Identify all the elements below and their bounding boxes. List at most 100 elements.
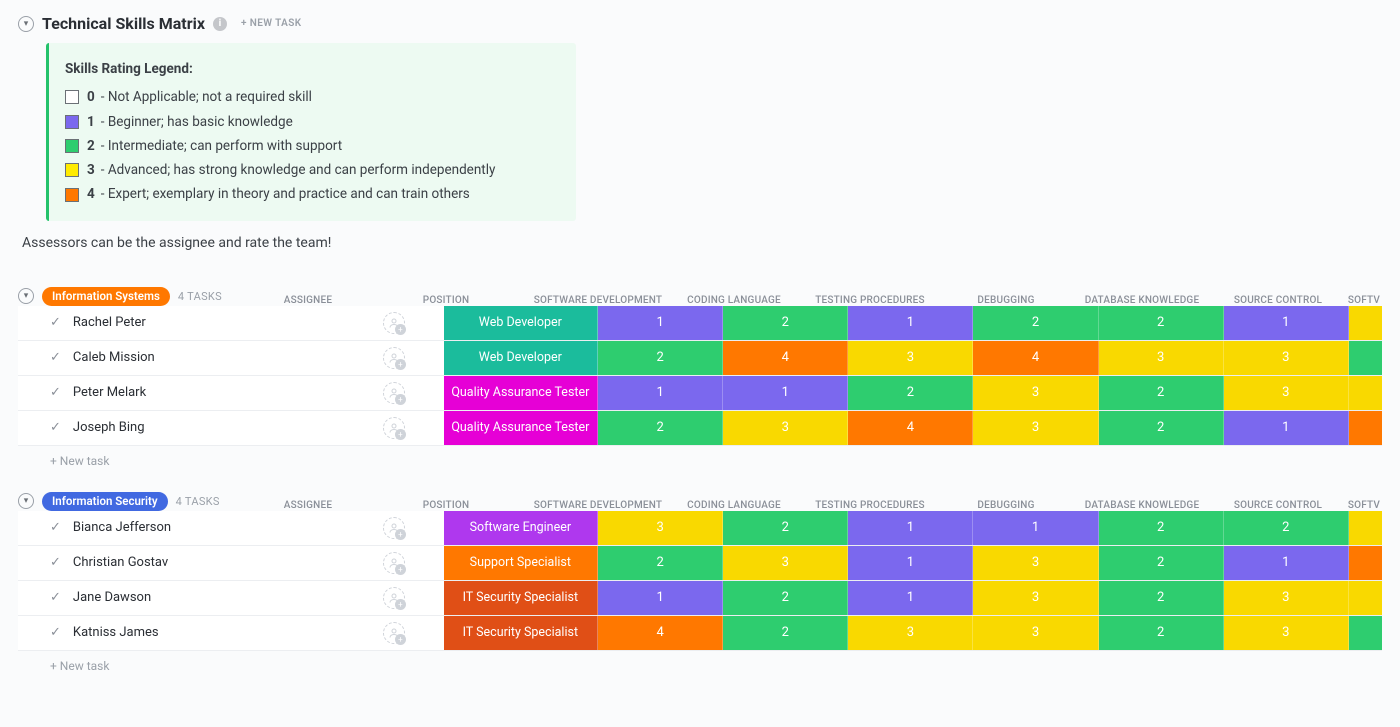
rating-cell-overflow[interactable] bbox=[1349, 411, 1382, 445]
assignee-avatar-icon[interactable]: + bbox=[383, 382, 405, 404]
rating-cell[interactable]: 3 bbox=[973, 546, 1098, 580]
assignee-cell[interactable]: + bbox=[344, 306, 443, 340]
rating-cell[interactable]: 1 bbox=[723, 376, 848, 410]
rating-cell[interactable]: 4 bbox=[973, 341, 1098, 375]
group-collapse-icon[interactable]: ▾ bbox=[18, 288, 34, 304]
position-cell[interactable]: Quality Assurance Tester bbox=[444, 411, 599, 445]
rating-cell[interactable]: 2 bbox=[1099, 306, 1224, 340]
assignee-cell[interactable]: + bbox=[344, 376, 443, 410]
check-icon[interactable]: ✓ bbox=[50, 350, 61, 365]
new-task-button[interactable]: + NEW TASK bbox=[235, 16, 308, 31]
task-row[interactable]: ✓Caleb Mission+Web Developer243433 bbox=[18, 341, 1382, 376]
assignee-cell[interactable]: + bbox=[344, 411, 443, 445]
rating-cell[interactable]: 3 bbox=[973, 411, 1098, 445]
task-name-cell[interactable]: ✓Joseph Bing bbox=[18, 411, 344, 445]
rating-cell[interactable]: 2 bbox=[1099, 616, 1224, 650]
position-cell[interactable]: Support Specialist bbox=[444, 546, 599, 580]
rating-cell[interactable]: 1 bbox=[973, 511, 1098, 545]
assignee-cell[interactable]: + bbox=[344, 581, 443, 615]
rating-cell[interactable]: 1 bbox=[1224, 546, 1349, 580]
task-row[interactable]: ✓Peter Melark+Quality Assurance Tester11… bbox=[18, 376, 1382, 411]
rating-cell[interactable]: 2 bbox=[598, 546, 723, 580]
col-header[interactable]: SOFTWARE DEVELOPMENT bbox=[530, 500, 666, 511]
assignee-cell[interactable]: + bbox=[344, 341, 443, 375]
check-icon[interactable]: ✓ bbox=[50, 385, 61, 400]
col-header[interactable]: TESTING PROCEDURES bbox=[802, 295, 938, 306]
new-task-row[interactable]: + New task bbox=[18, 651, 1382, 673]
rating-cell[interactable]: 3 bbox=[598, 511, 723, 545]
assignee-avatar-icon[interactable]: + bbox=[383, 312, 405, 334]
position-cell[interactable]: Software Engineer bbox=[444, 511, 599, 545]
rating-cell[interactable]: 3 bbox=[973, 581, 1098, 615]
col-header[interactable]: DATABASE KNOWLEDGE bbox=[1074, 295, 1210, 306]
rating-cell[interactable]: 2 bbox=[723, 511, 848, 545]
rating-cell[interactable]: 3 bbox=[973, 376, 1098, 410]
task-name-cell[interactable]: ✓Peter Melark bbox=[18, 376, 344, 410]
task-name-cell[interactable]: ✓Bianca Jefferson bbox=[18, 511, 344, 545]
task-name-cell[interactable]: ✓Christian Gostav bbox=[18, 546, 344, 580]
rating-cell[interactable]: 2 bbox=[1099, 376, 1224, 410]
col-header[interactable]: CODING LANGUAGE bbox=[666, 500, 802, 511]
task-row[interactable]: ✓Rachel Peter+Web Developer121221 bbox=[18, 306, 1382, 341]
rating-cell-overflow[interactable] bbox=[1349, 376, 1382, 410]
assignee-avatar-icon[interactable]: + bbox=[383, 517, 405, 539]
task-name-cell[interactable]: ✓Rachel Peter bbox=[18, 306, 344, 340]
col-header[interactable]: CODING LANGUAGE bbox=[666, 295, 802, 306]
assignee-avatar-icon[interactable]: + bbox=[383, 417, 405, 439]
rating-cell[interactable]: 2 bbox=[1099, 511, 1224, 545]
rating-cell-overflow[interactable] bbox=[1349, 546, 1382, 580]
rating-cell[interactable]: 2 bbox=[723, 581, 848, 615]
rating-cell[interactable]: 3 bbox=[1224, 376, 1349, 410]
position-cell[interactable]: IT Security Specialist bbox=[444, 616, 599, 650]
rating-cell[interactable]: 1 bbox=[598, 306, 723, 340]
rating-cell[interactable]: 4 bbox=[723, 341, 848, 375]
check-icon[interactable]: ✓ bbox=[50, 555, 61, 570]
rating-cell[interactable]: 2 bbox=[1099, 546, 1224, 580]
rating-cell-overflow[interactable] bbox=[1349, 511, 1382, 545]
rating-cell[interactable]: 2 bbox=[973, 306, 1098, 340]
rating-cell[interactable]: 1 bbox=[848, 306, 973, 340]
check-icon[interactable]: ✓ bbox=[50, 315, 61, 330]
assignee-avatar-icon[interactable]: + bbox=[383, 587, 405, 609]
check-icon[interactable]: ✓ bbox=[50, 420, 61, 435]
assignee-cell[interactable]: + bbox=[344, 616, 443, 650]
task-row[interactable]: ✓Jane Dawson+IT Security Specialist12132… bbox=[18, 581, 1382, 616]
check-icon[interactable]: ✓ bbox=[50, 520, 61, 535]
task-name-cell[interactable]: ✓Jane Dawson bbox=[18, 581, 344, 615]
col-header[interactable]: DEBUGGING bbox=[938, 295, 1074, 306]
task-row[interactable]: ✓Christian Gostav+Support Specialist2313… bbox=[18, 546, 1382, 581]
col-header[interactable]: DATABASE KNOWLEDGE bbox=[1074, 500, 1210, 511]
col-header-assignee[interactable]: ASSIGNEE bbox=[254, 500, 362, 511]
col-header[interactable]: SOURCE CONTROL bbox=[1210, 295, 1346, 306]
new-task-row[interactable]: + New task bbox=[18, 446, 1382, 468]
col-header[interactable]: TESTING PROCEDURES bbox=[802, 500, 938, 511]
col-header-position[interactable]: POSITION bbox=[362, 500, 530, 511]
task-name-cell[interactable]: ✓Katniss James bbox=[18, 616, 344, 650]
group-pill[interactable]: Information Systems bbox=[42, 287, 170, 306]
rating-cell-overflow[interactable] bbox=[1349, 306, 1382, 340]
task-row[interactable]: ✓Bianca Jefferson+Software Engineer32112… bbox=[18, 511, 1382, 546]
rating-cell-overflow[interactable] bbox=[1349, 581, 1382, 615]
rating-cell[interactable]: 1 bbox=[848, 511, 973, 545]
col-header-position[interactable]: POSITION bbox=[362, 295, 530, 306]
collapse-icon[interactable]: ▾ bbox=[18, 16, 34, 32]
col-header-assignee[interactable]: ASSIGNEE bbox=[254, 295, 362, 306]
position-cell[interactable]: Web Developer bbox=[444, 341, 599, 375]
col-header[interactable]: DEBUGGING bbox=[938, 500, 1074, 511]
position-cell[interactable]: Web Developer bbox=[444, 306, 599, 340]
rating-cell-overflow[interactable] bbox=[1349, 341, 1382, 375]
rating-cell[interactable]: 3 bbox=[848, 616, 973, 650]
rating-cell-overflow[interactable] bbox=[1349, 616, 1382, 650]
position-cell[interactable]: IT Security Specialist bbox=[444, 581, 599, 615]
rating-cell[interactable]: 2 bbox=[723, 616, 848, 650]
rating-cell[interactable]: 2 bbox=[723, 306, 848, 340]
rating-cell[interactable]: 3 bbox=[1099, 341, 1224, 375]
rating-cell[interactable]: 4 bbox=[598, 616, 723, 650]
rating-cell[interactable]: 3 bbox=[848, 341, 973, 375]
assignee-cell[interactable]: + bbox=[344, 511, 443, 545]
check-icon[interactable]: ✓ bbox=[50, 590, 61, 605]
rating-cell[interactable]: 2 bbox=[848, 376, 973, 410]
rating-cell[interactable]: 3 bbox=[973, 616, 1098, 650]
assignee-avatar-icon[interactable]: + bbox=[383, 347, 405, 369]
assignee-cell[interactable]: + bbox=[344, 546, 443, 580]
